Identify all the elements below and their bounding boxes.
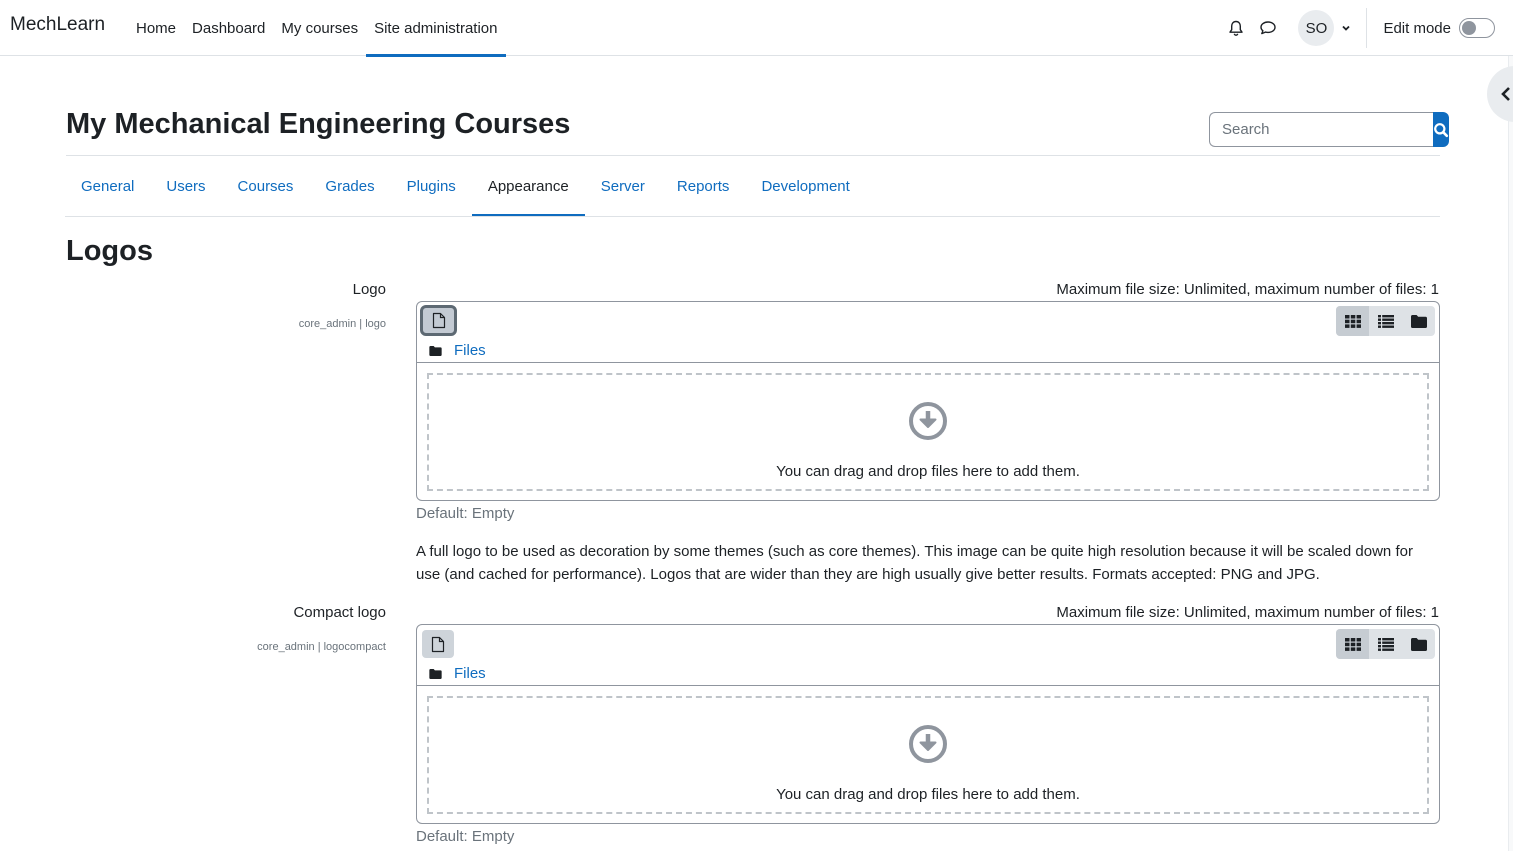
file-path-bar: Files <box>429 342 486 359</box>
folder-icon <box>1410 637 1427 651</box>
view-tree-button[interactable] <box>1402 306 1435 336</box>
navbar-user-area: SO Edit mode <box>1220 0 1513 56</box>
search-icon <box>1434 122 1449 137</box>
nav-home[interactable]: Home <box>128 0 184 56</box>
max-file-info-logo: Maximum file size: Unlimited, maximum nu… <box>1056 281 1439 298</box>
tab-plugins[interactable]: Plugins <box>391 156 472 216</box>
tab-grades[interactable]: Grades <box>309 156 390 216</box>
file-manager-divider <box>417 362 1439 363</box>
tab-users[interactable]: Users <box>150 156 221 216</box>
nav-my-courses[interactable]: My courses <box>273 0 366 56</box>
file-manager-logo: Files You can drag and drop files here t… <box>416 301 1440 501</box>
nav-dashboard[interactable]: Dashboard <box>184 0 273 56</box>
setting-label-logo: Logo <box>352 281 386 298</box>
file-manager-compact-logo: Files You can drag and drop files here t… <box>416 624 1440 824</box>
drop-zone-text: You can drag and drop files here to add … <box>776 463 1080 480</box>
folder-icon <box>429 345 442 356</box>
view-switcher <box>1336 306 1435 336</box>
add-file-button[interactable] <box>422 630 454 658</box>
grid-icon <box>1344 637 1361 651</box>
files-path-link[interactable]: Files <box>454 342 486 359</box>
grid-icon <box>1344 314 1361 328</box>
folder-icon <box>1410 314 1427 328</box>
user-menu-toggle[interactable] <box>1336 18 1356 38</box>
folder-icon <box>429 668 442 679</box>
setting-key-compact-logo: core_admin | logocompact <box>257 641 386 653</box>
messages-button[interactable] <box>1252 12 1284 44</box>
file-icon <box>432 312 445 329</box>
add-file-button[interactable] <box>420 305 457 336</box>
files-path-link[interactable]: Files <box>454 665 486 682</box>
edit-mode-toggle[interactable] <box>1459 18 1495 38</box>
list-icon <box>1377 314 1394 328</box>
tab-general[interactable]: General <box>65 156 150 216</box>
toggle-knob <box>1462 21 1476 35</box>
search-input[interactable] <box>1209 112 1433 147</box>
setting-description-logo: A full logo to be used as decoration by … <box>416 543 1413 583</box>
drop-zone-text: You can drag and drop files here to add … <box>776 786 1080 803</box>
view-switcher <box>1336 629 1435 659</box>
notifications-button[interactable] <box>1220 12 1252 44</box>
chevron-down-icon <box>1342 25 1351 31</box>
view-tree-button[interactable] <box>1402 629 1435 659</box>
admin-tabs: General Users Courses Grades Plugins App… <box>65 156 866 217</box>
view-list-button[interactable] <box>1369 306 1402 336</box>
default-value-compact-logo: Default: Empty <box>416 828 515 845</box>
tab-courses[interactable]: Courses <box>222 156 310 216</box>
file-manager-divider <box>417 685 1439 686</box>
nav-site-administration[interactable]: Site administration <box>366 0 506 57</box>
right-drawer-edge <box>1508 56 1513 851</box>
chat-bubble-icon <box>1260 21 1277 35</box>
download-circle-icon <box>909 725 947 763</box>
download-circle-icon <box>909 402 947 440</box>
bell-icon <box>1229 20 1244 36</box>
file-drop-zone[interactable]: You can drag and drop files here to add … <box>427 696 1429 814</box>
tab-appearance[interactable]: Appearance <box>471 156 585 217</box>
setting-label-compact-logo: Compact logo <box>293 604 386 621</box>
list-icon <box>1377 637 1394 651</box>
view-icons-button[interactable] <box>1336 629 1369 659</box>
primary-navigation: Home Dashboard My courses Site administr… <box>128 0 506 57</box>
default-value-logo: Default: Empty <box>416 505 515 522</box>
page-title: My Mechanical Engineering Courses <box>66 108 571 140</box>
file-drop-zone[interactable]: You can drag and drop files here to add … <box>427 373 1429 491</box>
tab-development[interactable]: Development <box>745 156 865 216</box>
admin-search <box>1209 112 1449 147</box>
file-path-bar: Files <box>429 665 486 682</box>
edit-mode-label: Edit mode <box>1383 19 1451 37</box>
tabs-divider <box>65 216 1440 217</box>
search-button[interactable] <box>1433 112 1449 147</box>
view-list-button[interactable] <box>1369 629 1402 659</box>
site-brand[interactable]: MechLearn <box>10 14 105 36</box>
view-icons-button[interactable] <box>1336 306 1369 336</box>
chevron-left-icon <box>1501 87 1510 101</box>
file-icon <box>431 636 445 652</box>
max-file-info-compact-logo: Maximum file size: Unlimited, maximum nu… <box>1056 604 1439 621</box>
section-title: Logos <box>66 235 153 267</box>
setting-key-logo: core_admin | logo <box>298 318 386 330</box>
open-drawer-button[interactable] <box>1487 66 1513 122</box>
edit-mode-switch[interactable]: Edit mode <box>1383 18 1495 38</box>
user-avatar[interactable]: SO <box>1298 10 1335 46</box>
tab-server[interactable]: Server <box>585 156 661 216</box>
navbar-divider <box>1366 8 1368 48</box>
top-navbar: MechLearn Home Dashboard My courses Site… <box>0 0 1513 57</box>
tab-reports[interactable]: Reports <box>661 156 746 216</box>
